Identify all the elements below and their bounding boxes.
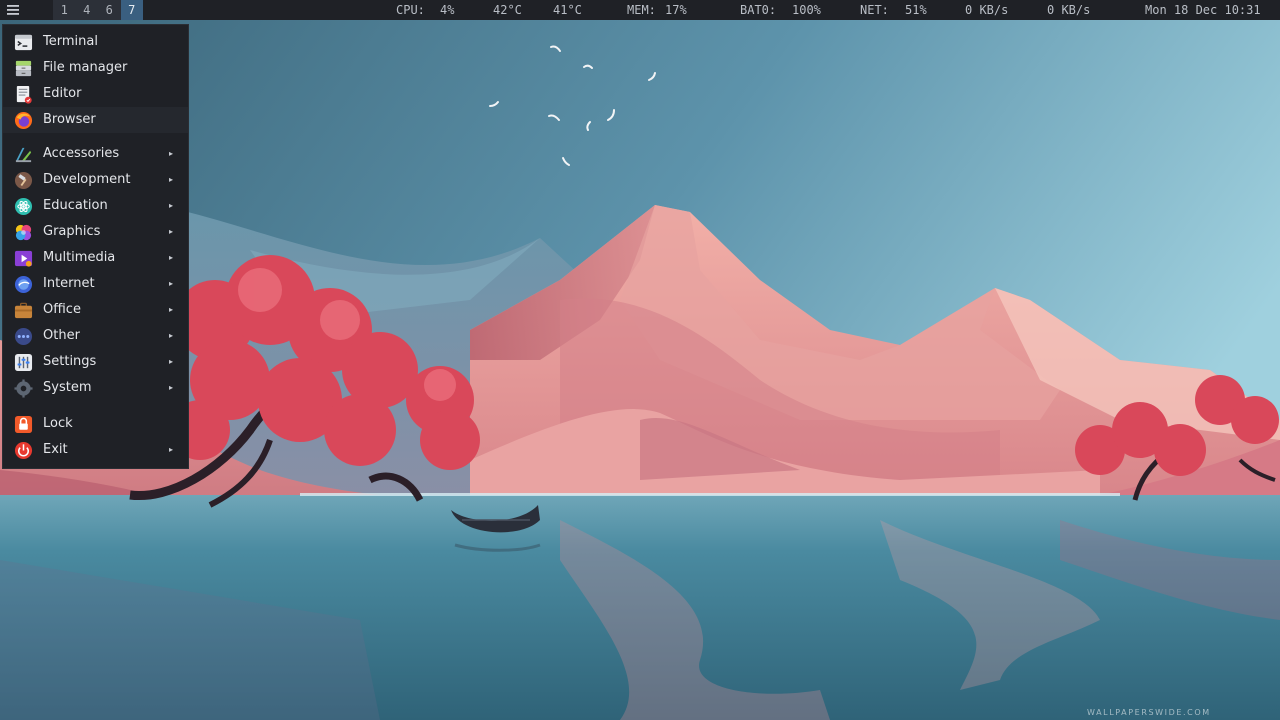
menu-item-label: Development xyxy=(43,172,131,187)
menu-category-education[interactable]: Education ▸ xyxy=(3,193,188,219)
workspace-6[interactable]: 6 xyxy=(98,0,121,20)
multimedia-play-icon xyxy=(14,250,33,267)
submenu-arrow-icon: ▸ xyxy=(169,279,174,288)
menu-item-file-manager[interactable]: File manager xyxy=(3,55,188,81)
cpu-label: CPU: xyxy=(396,3,425,17)
development-hammer-icon xyxy=(14,171,33,190)
submenu-arrow-icon: ▸ xyxy=(169,331,174,340)
battery-label: BAT0: xyxy=(740,3,777,17)
menu-item-label: Editor xyxy=(43,86,82,101)
menu-item-label: Browser xyxy=(43,112,96,127)
lock-icon xyxy=(14,415,33,434)
firefox-icon xyxy=(14,111,33,130)
menu-category-system[interactable]: System ▸ xyxy=(3,375,188,401)
menu-item-exit[interactable]: Exit ▸ xyxy=(3,437,188,463)
submenu-arrow-icon: ▸ xyxy=(169,227,174,236)
submenu-arrow-icon: ▸ xyxy=(169,445,174,454)
power-icon xyxy=(14,441,33,460)
menu-category-graphics[interactable]: Graphics ▸ xyxy=(3,219,188,245)
workspace-switcher: 1 4 6 7 xyxy=(53,0,143,20)
menu-item-label: File manager xyxy=(43,60,128,75)
text-editor-icon xyxy=(16,85,32,104)
settings-sliders-icon xyxy=(14,353,33,372)
workspace-4[interactable]: 4 xyxy=(75,0,98,20)
submenu-arrow-icon: ▸ xyxy=(169,253,174,262)
menu-item-label: Exit xyxy=(43,442,68,457)
menu-item-lock[interactable]: Lock xyxy=(3,411,188,437)
submenu-arrow-icon: ▸ xyxy=(169,149,174,158)
education-atom-icon xyxy=(14,197,33,216)
menu-category-multimedia[interactable]: Multimedia ▸ xyxy=(3,245,188,271)
network-download-rate: 0 KB/s xyxy=(965,3,1009,17)
top-panel: 1 4 6 7 CPU: 4% 42°C 41°C MEM: 17% BAT0:… xyxy=(0,0,1280,20)
submenu-arrow-icon: ▸ xyxy=(169,201,174,210)
menu-item-label: Terminal xyxy=(43,34,98,49)
menu-item-label: Office xyxy=(43,302,81,317)
menu-category-other[interactable]: Other ▸ xyxy=(3,323,188,349)
accessories-icon xyxy=(15,147,32,163)
clock[interactable]: Mon 18 Dec 10:31 xyxy=(1145,0,1261,20)
menu-item-label: Lock xyxy=(43,416,73,431)
menu-item-label: Graphics xyxy=(43,224,101,239)
application-menu: Terminal File manager Editor Browser Acc… xyxy=(2,24,189,469)
workspace-7-active[interactable]: 7 xyxy=(120,0,143,20)
submenu-arrow-icon: ▸ xyxy=(169,175,174,184)
desktop-wallpaper xyxy=(0,0,1280,720)
workspace-1[interactable]: 1 xyxy=(53,0,76,20)
temperature-1: 42°C xyxy=(493,3,522,17)
menu-item-label: Internet xyxy=(43,276,95,291)
temperature-2: 41°C xyxy=(553,3,582,17)
menu-item-label: Multimedia xyxy=(43,250,116,265)
menu-item-terminal[interactable]: Terminal xyxy=(3,29,188,55)
wallpaper-watermark: WALLPAPERSWIDE.COM xyxy=(1087,708,1211,717)
hamburger-menu-icon xyxy=(7,5,19,15)
internet-globe-icon xyxy=(14,275,33,294)
menu-item-label: System xyxy=(43,380,92,395)
menu-item-label: Settings xyxy=(43,354,97,369)
graphics-palette-icon xyxy=(15,224,32,241)
memory-label: MEM: xyxy=(627,3,656,17)
submenu-arrow-icon: ▸ xyxy=(169,383,174,392)
menu-item-label: Accessories xyxy=(43,146,120,161)
submenu-arrow-icon: ▸ xyxy=(169,305,174,314)
network-label: NET: xyxy=(860,3,889,17)
file-manager-icon xyxy=(15,60,32,77)
menu-category-accessories[interactable]: Accessories ▸ xyxy=(3,141,188,167)
menu-item-label: Education xyxy=(43,198,108,213)
menu-item-browser[interactable]: Browser xyxy=(3,107,188,133)
menu-item-label: Other xyxy=(43,328,80,343)
app-menu-button[interactable] xyxy=(2,0,24,20)
terminal-icon xyxy=(14,34,33,51)
office-briefcase-icon xyxy=(14,302,33,319)
network-value: 51% xyxy=(905,3,927,17)
menu-item-editor[interactable]: Editor xyxy=(3,81,188,107)
menu-category-settings[interactable]: Settings ▸ xyxy=(3,349,188,375)
network-upload-rate: 0 KB/s xyxy=(1047,3,1091,17)
cpu-value: 4% xyxy=(440,3,455,17)
other-dots-icon xyxy=(14,327,33,346)
system-gear-icon xyxy=(14,379,33,398)
battery-value: 100% xyxy=(792,3,821,17)
menu-category-office[interactable]: Office ▸ xyxy=(3,297,188,323)
menu-category-internet[interactable]: Internet ▸ xyxy=(3,271,188,297)
memory-value: 17% xyxy=(665,3,687,17)
submenu-arrow-icon: ▸ xyxy=(169,357,174,366)
menu-category-development[interactable]: Development ▸ xyxy=(3,167,188,193)
